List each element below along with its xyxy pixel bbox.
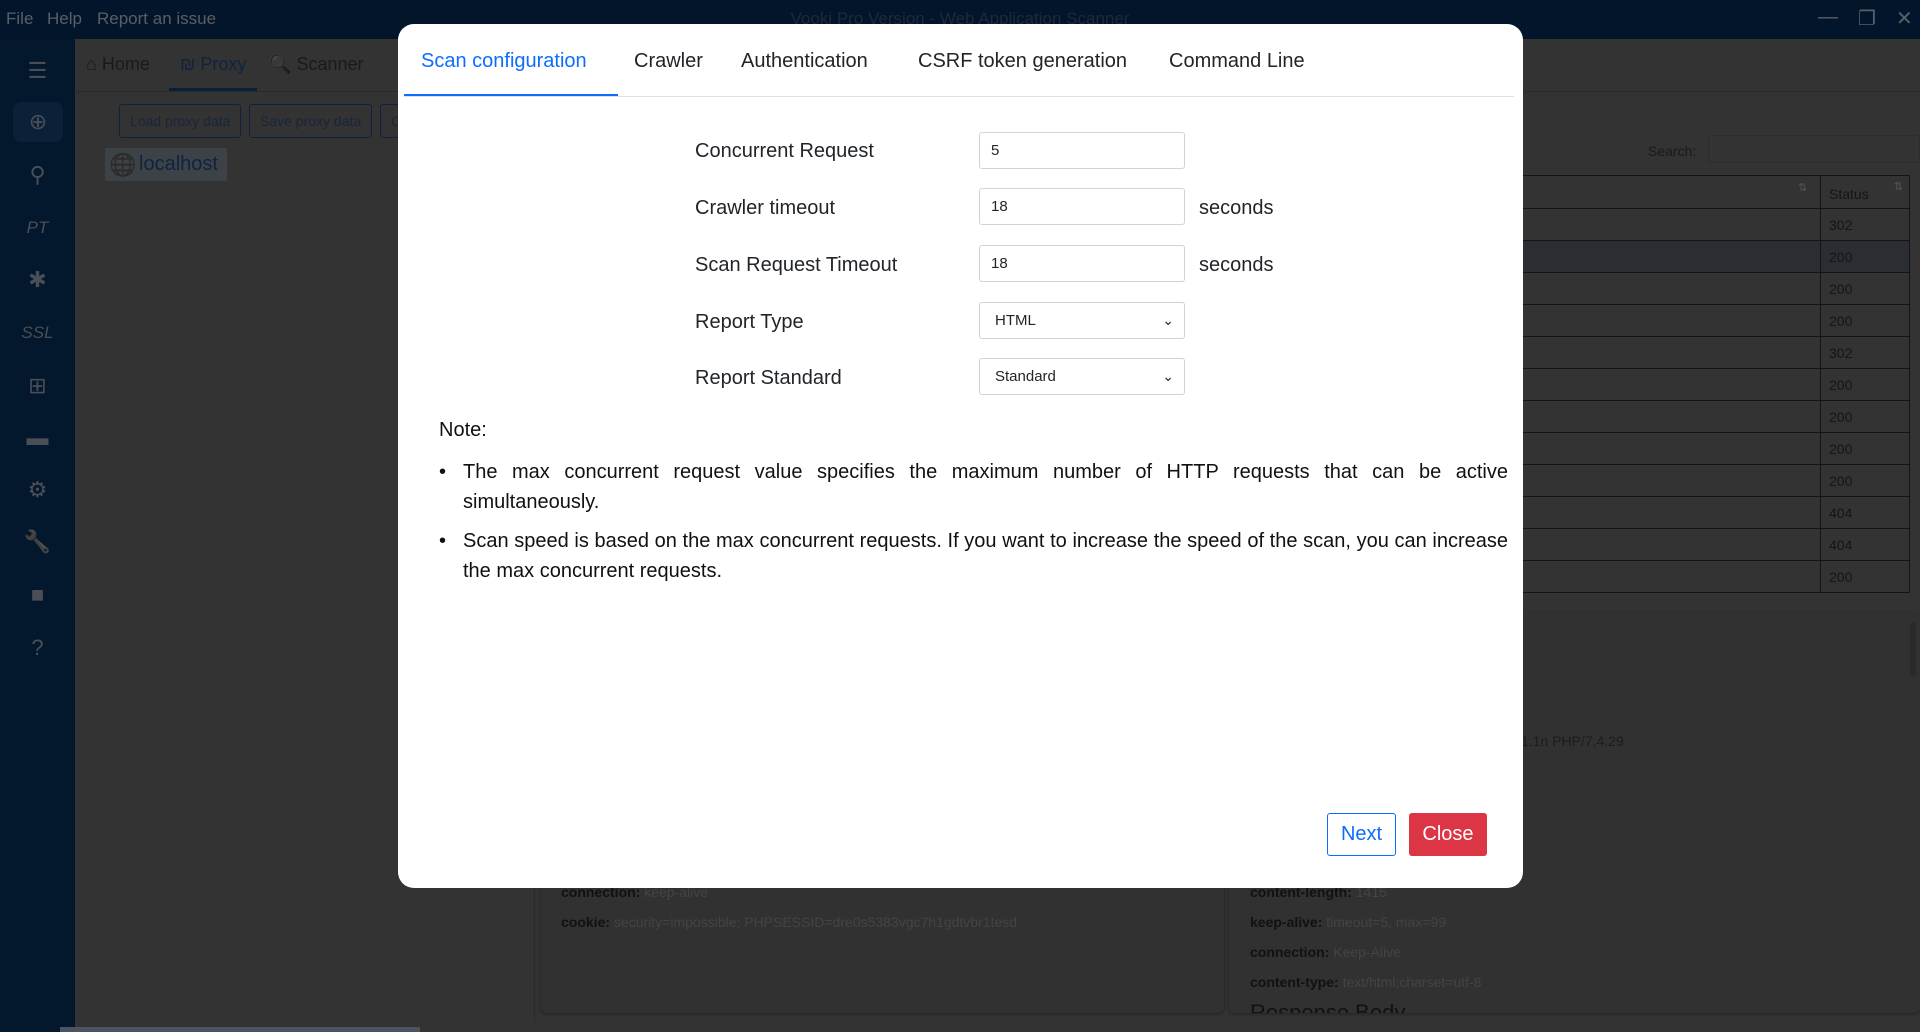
note-item: Scan speed is based on the max concurren… bbox=[439, 526, 1508, 586]
search-icon[interactable]: ⚲ bbox=[0, 155, 75, 195]
header-value: Keep-Alive bbox=[1333, 944, 1401, 960]
header-value: text/html;charset=utf-8 bbox=[1342, 974, 1482, 990]
header-key: keep-alive: bbox=[1250, 914, 1323, 930]
tab-csrf-token-generation[interactable]: CSRF token generation bbox=[918, 50, 1127, 73]
request-header: cookie: security=impossible; PHPSESSID=d… bbox=[561, 914, 1017, 930]
response-header: keep-alive: timeout=5, max=99 bbox=[1250, 914, 1446, 930]
note-title: Note: bbox=[439, 419, 487, 441]
report-type-value: HTML bbox=[995, 312, 1036, 329]
bug-icon[interactable]: ✱ bbox=[0, 260, 75, 300]
tab-home[interactable]: ⌂ Home bbox=[86, 54, 150, 75]
video-icon[interactable]: ■ bbox=[0, 575, 75, 615]
close-window-icon[interactable]: ✕ bbox=[1896, 6, 1913, 31]
minimize-icon[interactable]: — bbox=[1818, 6, 1838, 29]
ssl-icon[interactable]: SSL bbox=[0, 313, 75, 353]
scan-request-timeout-label: Scan Request Timeout bbox=[695, 254, 898, 276]
concurrent-request-label: Concurrent Request bbox=[695, 140, 874, 162]
search-input[interactable] bbox=[1708, 135, 1920, 163]
cogs-icon[interactable]: ⚙ bbox=[0, 470, 75, 510]
horizontal-scrollbar[interactable] bbox=[60, 1027, 420, 1032]
response-header: content-type: text/html;charset=utf-8 bbox=[1250, 974, 1481, 990]
home-icon: ⌂ bbox=[86, 54, 97, 74]
scan-configuration-modal: Scan configuration Crawler Authenticatio… bbox=[398, 24, 1523, 888]
status-cell: 200 bbox=[1820, 465, 1910, 497]
search-label: Search: bbox=[1648, 143, 1697, 159]
concurrent-request-input[interactable]: 5 bbox=[979, 132, 1185, 169]
tab-crawler[interactable]: Crawler bbox=[634, 50, 703, 73]
globe-icon: 🌐 bbox=[109, 152, 137, 177]
status-cell: 200 bbox=[1820, 241, 1910, 273]
crawler-timeout-input[interactable]: 18 bbox=[979, 188, 1185, 225]
sort-icon: ⇅ bbox=[1893, 181, 1903, 193]
tab-scanner-label: Scanner bbox=[296, 54, 364, 74]
status-cell: 200 bbox=[1820, 433, 1910, 465]
note-item: The max concurrent request value specifi… bbox=[439, 457, 1508, 517]
pt-icon[interactable]: PT bbox=[0, 208, 75, 248]
header-value: security=impossible; PHPSESSID=dre0s5383… bbox=[613, 914, 1018, 930]
status-column-header[interactable]: Status ⇅ bbox=[1820, 175, 1910, 209]
restore-icon[interactable]: ❐ bbox=[1858, 6, 1876, 31]
response-body-title: Response Body bbox=[1250, 1002, 1405, 1013]
scan-request-timeout-input[interactable]: 18 bbox=[979, 245, 1185, 282]
status-header-label: Status bbox=[1829, 186, 1869, 202]
menu-icon[interactable]: ☰ bbox=[0, 51, 75, 91]
tab-command-line[interactable]: Command Line bbox=[1169, 50, 1305, 73]
save-proxy-data-button[interactable]: Save proxy data bbox=[249, 104, 373, 138]
tab-scanner[interactable]: 🔍 Scanner bbox=[269, 54, 363, 75]
proxy-icon: ₪ bbox=[180, 54, 196, 74]
status-cell: 302 bbox=[1820, 209, 1910, 241]
sidebar: ☰ ⊕ ⚲ PT ✱ SSL ⊞ ▬ ⚙ 🔧 ■ ? bbox=[0, 39, 75, 1032]
header-key: connection: bbox=[1250, 944, 1330, 960]
status-cell: 200 bbox=[1820, 401, 1910, 433]
scan-request-timeout-unit: seconds bbox=[1199, 254, 1274, 276]
status-cell: 404 bbox=[1820, 529, 1910, 561]
status-cell: 200 bbox=[1820, 273, 1910, 305]
chevron-down-icon: ⌄ bbox=[1162, 368, 1174, 384]
scanner-icon: 🔍 bbox=[269, 54, 292, 74]
crawler-timeout-unit: seconds bbox=[1199, 197, 1274, 219]
tree-node-localhost[interactable]: 🌐 localhost bbox=[105, 148, 227, 181]
tab-scan-configuration[interactable]: Scan configuration bbox=[421, 50, 587, 73]
note-list: The max concurrent request value specifi… bbox=[439, 457, 1508, 595]
next-button[interactable]: Next bbox=[1327, 813, 1396, 856]
chevron-down-icon: ⌄ bbox=[1162, 312, 1174, 328]
tab-proxy[interactable]: ₪ Proxy bbox=[180, 54, 246, 75]
tab-home-label: Home bbox=[101, 54, 150, 74]
response-header: connection: Keep-Alive bbox=[1250, 944, 1401, 960]
status-cell: 200 bbox=[1820, 561, 1910, 593]
header-key: content-type: bbox=[1250, 974, 1339, 990]
server-fragment: 1.1n PHP/7.4.29 bbox=[1521, 733, 1624, 749]
report-type-select[interactable]: HTML ⌄ bbox=[979, 302, 1185, 339]
sort-icon[interactable]: ⇅ bbox=[1798, 181, 1807, 194]
status-cell: 200 bbox=[1820, 369, 1910, 401]
header-value: timeout=5, max=99 bbox=[1326, 914, 1447, 930]
sitemap-icon[interactable]: ⊞ bbox=[0, 366, 75, 406]
wrench-icon[interactable]: 🔧 bbox=[0, 522, 75, 562]
load-proxy-data-button[interactable]: Load proxy data bbox=[119, 104, 242, 138]
status-cell: 302 bbox=[1820, 337, 1910, 369]
crawler-timeout-label: Crawler timeout bbox=[695, 197, 836, 219]
card-icon[interactable]: ▬ bbox=[0, 418, 75, 458]
tab-proxy-label: Proxy bbox=[200, 54, 247, 74]
status-cell: 404 bbox=[1820, 497, 1910, 529]
status-cell: 200 bbox=[1820, 305, 1910, 337]
help-icon[interactable]: ? bbox=[0, 628, 75, 668]
zoom-in-icon[interactable]: ⊕ bbox=[13, 102, 63, 142]
report-standard-select[interactable]: Standard ⌄ bbox=[979, 358, 1185, 395]
host-label: localhost bbox=[139, 153, 218, 175]
header-key: cookie: bbox=[561, 914, 611, 930]
tab-authentication[interactable]: Authentication bbox=[741, 50, 868, 73]
report-type-label: Report Type bbox=[695, 311, 804, 333]
tab-divider bbox=[404, 96, 1514, 97]
report-standard-label: Report Standard bbox=[695, 367, 842, 389]
scrollbar[interactable] bbox=[1910, 622, 1916, 677]
report-standard-value: Standard bbox=[995, 368, 1056, 385]
close-button[interactable]: Close bbox=[1409, 813, 1487, 856]
